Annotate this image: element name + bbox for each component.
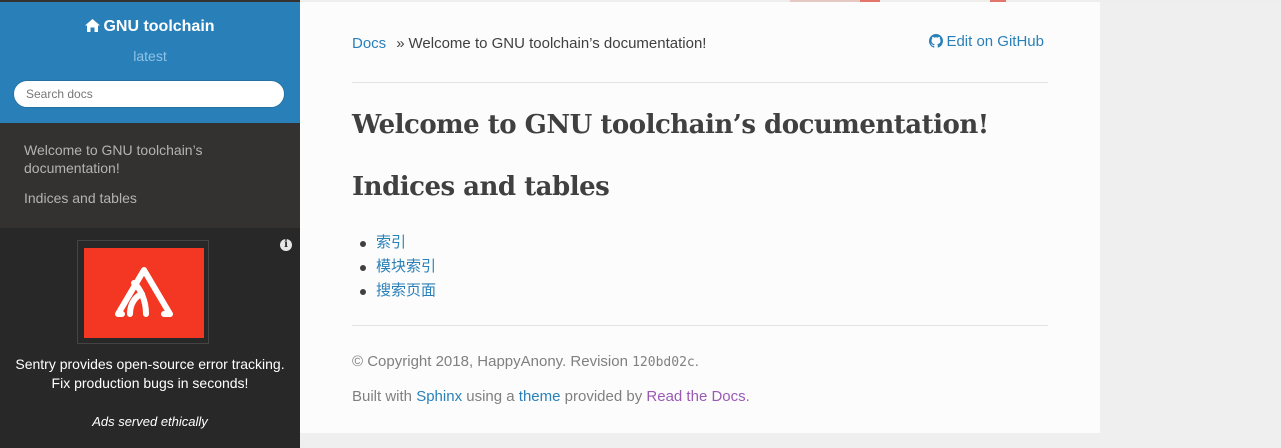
breadcrumb-separator: » (396, 35, 405, 52)
module-index-link[interactable]: 模块索引 (376, 258, 436, 275)
sphinx-link[interactable]: Sphinx (416, 388, 462, 405)
section-heading: Indices and tables (352, 172, 610, 202)
edit-on-github-label: Edit on GitHub (946, 33, 1044, 50)
sidebar: GNU toolchain latest Welcome to GNU tool… (0, 0, 300, 448)
search-page-link[interactable]: 搜索页面 (376, 282, 436, 299)
copyright: © Copyright 2018, HappyAnony. Revision 1… (352, 353, 699, 370)
built-period: . (745, 388, 750, 405)
bullet-icon (360, 265, 366, 271)
index-links-list: 索引 模块索引 搜索页面 (352, 231, 436, 303)
sidebar-nav: Welcome to GNU toolchain’s documentation… (0, 123, 300, 228)
revision-hash: 120bd02c (632, 355, 695, 370)
edit-on-github-link[interactable]: Edit on GitHub (929, 33, 1044, 50)
read-the-docs-link[interactable]: Read the Docs (646, 388, 745, 405)
sentry-logo (84, 248, 204, 338)
ad-panel: i Sentry provides open-source error trac… (0, 228, 300, 448)
version-label: latest (133, 48, 167, 64)
list-item: 模块索引 (352, 255, 436, 279)
search-input[interactable] (13, 80, 285, 108)
copyright-period: . (694, 353, 699, 370)
list-item: 搜索页面 (352, 279, 436, 303)
built-with: Built with Sphinx using a theme provided… (352, 388, 750, 405)
divider-top (352, 82, 1048, 83)
breadcrumb: Docs » Welcome to GNU toolchain’s document… (352, 35, 706, 52)
index-link[interactable]: 索引 (376, 234, 406, 251)
bullet-icon (360, 241, 366, 247)
main-content: Docs» Welcome to GNU toolchain’s document… (300, 2, 1100, 433)
built-provided: provided by (564, 388, 643, 405)
breadcrumb-docs-link[interactable]: Docs (352, 35, 386, 52)
copyright-text: © Copyright 2018, HappyAnony. Revision (352, 353, 628, 370)
info-icon[interactable]: i (280, 239, 292, 251)
sidebar-item-welcome[interactable]: Welcome to GNU toolchain’s documentation… (24, 141, 224, 177)
ad-text[interactable]: Sentry provides open-source error tracki… (0, 355, 300, 393)
built-using: using a (466, 388, 515, 405)
sidebar-item-indices[interactable]: Indices and tables (24, 189, 224, 207)
sentry-logo-icon (115, 267, 173, 317)
breadcrumb-current: Welcome to GNU toolchain’s documentation… (408, 35, 707, 52)
bullet-icon (360, 289, 366, 295)
github-icon (929, 34, 944, 48)
home-icon (85, 19, 101, 32)
list-item: 索引 (352, 231, 436, 255)
sidebar-header: GNU toolchain latest (0, 2, 300, 123)
built-prefix: Built with (352, 388, 413, 405)
divider-bottom (352, 325, 1048, 326)
ad-text-line2: Fix production bugs in seconds! (51, 375, 249, 391)
page-title: Welcome to GNU toolchain’s documentation… (352, 110, 989, 140)
ad-text-line1: Sentry provides open-source error tracki… (15, 356, 285, 372)
ads-ethically-link[interactable]: Ads served ethically (0, 414, 300, 429)
brand-name: GNU toolchain (103, 18, 215, 35)
brand-link[interactable]: GNU toolchain (0, 18, 300, 36)
theme-link[interactable]: theme (519, 388, 561, 405)
ad-image-frame[interactable] (77, 240, 209, 344)
